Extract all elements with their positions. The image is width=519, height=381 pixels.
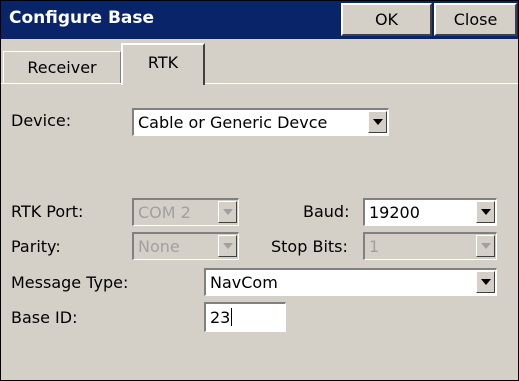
rtk-port-label: RTK Port: bbox=[11, 202, 84, 221]
dropdown-arrow-icon bbox=[222, 209, 233, 215]
ok-button[interactable]: OK bbox=[341, 3, 432, 36]
rtk-port-dropdown-button[interactable] bbox=[218, 201, 237, 223]
baud-value: 19200 bbox=[369, 203, 420, 222]
parity-dropdown-button[interactable] bbox=[218, 235, 237, 257]
stop-bits-dropdown-button[interactable] bbox=[476, 235, 495, 257]
close-button[interactable]: Close bbox=[434, 3, 517, 36]
close-button-label: Close bbox=[453, 10, 498, 29]
tab-rtk-label: RTK bbox=[147, 53, 179, 72]
device-dropdown-button[interactable] bbox=[368, 111, 387, 133]
message-type-select[interactable]: NavCom bbox=[204, 268, 497, 296]
stop-bits-select[interactable]: 1 bbox=[363, 232, 497, 260]
base-id-input[interactable]: 23 bbox=[204, 302, 286, 332]
base-id-label: Base ID: bbox=[11, 308, 78, 327]
stop-bits-value: 1 bbox=[369, 237, 380, 256]
device-select[interactable]: Cable or Generic Devce bbox=[132, 108, 389, 136]
parity-select[interactable]: None bbox=[132, 232, 239, 260]
window-title: Configure Base bbox=[9, 8, 155, 28]
parity-value: None bbox=[138, 237, 180, 256]
base-id-value: 23 bbox=[210, 308, 231, 327]
rtk-port-select[interactable]: COM 2 bbox=[132, 198, 239, 226]
baud-dropdown-button[interactable] bbox=[476, 201, 495, 223]
stop-bits-label: Stop Bits: bbox=[271, 237, 348, 256]
tab-receiver-label: Receiver bbox=[27, 58, 97, 77]
message-type-value: NavCom bbox=[210, 273, 278, 292]
dropdown-arrow-icon bbox=[222, 243, 233, 249]
title-bar: Configure Base OK Close bbox=[1, 1, 518, 39]
parity-label: Parity: bbox=[11, 237, 61, 256]
message-type-dropdown-button[interactable] bbox=[476, 271, 495, 293]
ok-button-label: OK bbox=[374, 10, 399, 29]
baud-select[interactable]: 19200 bbox=[363, 198, 497, 226]
rtk-panel: Device: Cable or Generic Devce RTK Port:… bbox=[1, 84, 518, 380]
baud-label: Baud: bbox=[303, 202, 350, 221]
tab-receiver[interactable]: Receiver bbox=[3, 51, 121, 83]
dropdown-arrow-icon bbox=[480, 279, 491, 285]
rtk-port-value: COM 2 bbox=[138, 203, 191, 222]
dropdown-arrow-icon bbox=[480, 243, 491, 249]
device-label: Device: bbox=[11, 111, 72, 130]
dropdown-arrow-icon bbox=[480, 209, 491, 215]
text-caret bbox=[231, 308, 233, 326]
device-value: Cable or Generic Devce bbox=[138, 113, 328, 132]
configure-base-window: Configure Base OK Close Receiver RTK Dev… bbox=[0, 0, 519, 381]
message-type-label: Message Type: bbox=[11, 273, 129, 292]
tab-rtk[interactable]: RTK bbox=[121, 43, 205, 85]
dropdown-arrow-icon bbox=[372, 119, 383, 125]
